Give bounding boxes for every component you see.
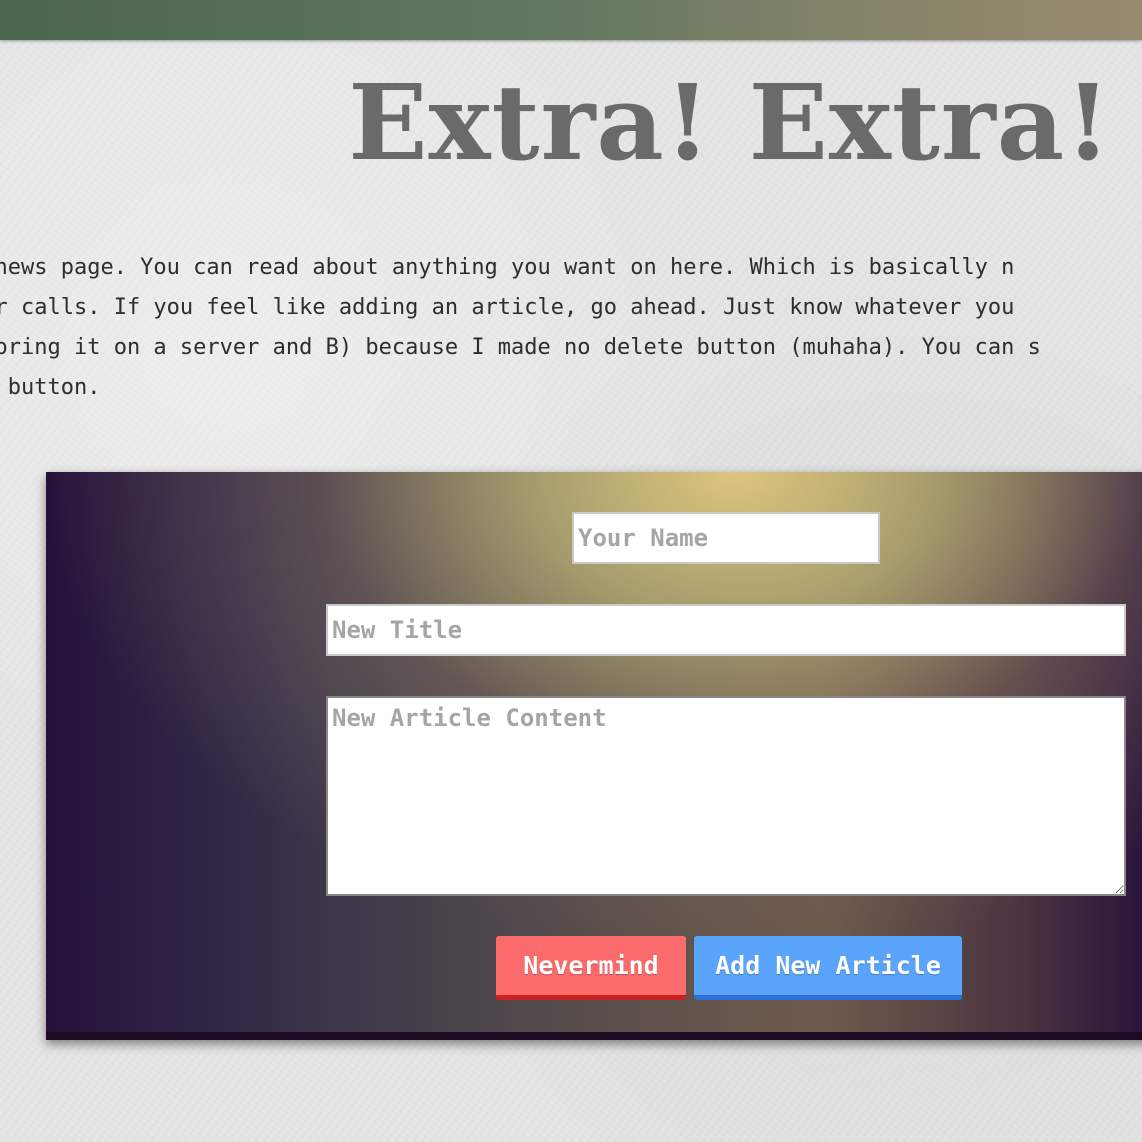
intro-line: storing it on a server and B) because I … [0, 335, 1041, 360]
author-name-input[interactable] [572, 512, 880, 564]
page-title: Extra! Extra! [348, 61, 1112, 184]
article-title-input[interactable] [326, 604, 1126, 656]
add-new-article-button[interactable]: Add New Article [694, 936, 962, 1000]
intro-paragraph: y news page. You can read about anything… [0, 248, 1041, 408]
new-article-form: Nevermind Add New Article [46, 472, 1142, 1040]
intro-line: y news page. You can read about anything… [0, 255, 1015, 280]
intro-line: he button. [0, 375, 101, 400]
intro-line: ver calls. If you feel like adding an ar… [0, 295, 1015, 320]
article-content-textarea[interactable] [326, 696, 1126, 896]
nevermind-button[interactable]: Nevermind [496, 936, 686, 1000]
intro-text-container: y news page. You can read about anything… [0, 248, 1142, 418]
top-nav-bar [0, 0, 1142, 40]
